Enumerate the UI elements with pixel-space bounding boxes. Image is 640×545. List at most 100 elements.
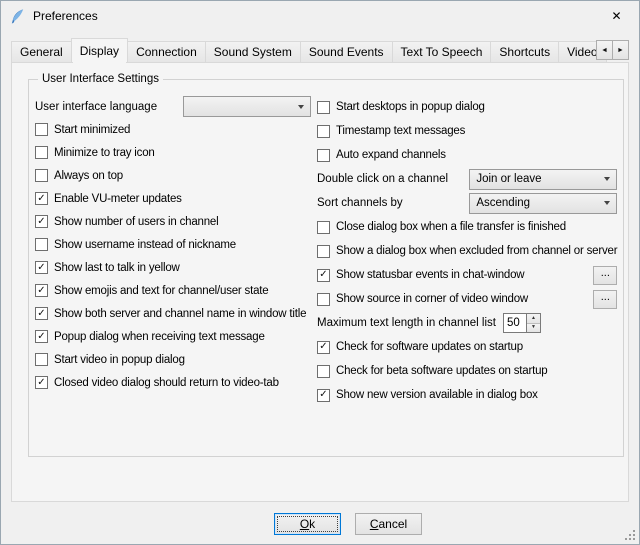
checkbox-enable-vu-meter-updates[interactable]: ✓Enable VU-meter updates <box>35 192 182 205</box>
checkbox-unchecked-icon <box>35 169 48 182</box>
tab-bar: GeneralDisplayConnectionSound SystemSoun… <box>11 38 629 62</box>
window-title: Preferences <box>33 9 98 23</box>
checkbox-label: Start desktops in popup dialog <box>336 101 485 113</box>
checkbox-unchecked-icon <box>317 101 330 114</box>
tab-scroll-control: ◄ ► <box>597 40 629 60</box>
ok-button[interactable]: Ok <box>274 513 341 535</box>
tab-sound-events[interactable]: Sound Events <box>300 41 393 62</box>
checkbox-label: Start video in popup dialog <box>54 354 185 366</box>
chevron-down-icon <box>604 201 610 205</box>
combobox-value: Join or leave <box>476 173 541 185</box>
sort-channels-by-label: Sort channels by <box>317 197 403 209</box>
checkbox-show-new-version-available-in-dialog-box[interactable]: ✓Show new version available in dialog bo… <box>317 389 538 402</box>
checkbox-label: Show source in corner of video window <box>336 293 528 305</box>
checkbox-closed-video-dialog-should-return-to-video-tab[interactable]: ✓ Closed video dialog should return to vi… <box>35 376 279 389</box>
checkbox-unchecked-icon <box>35 123 48 136</box>
preferences-window: Preferences ✕ GeneralDisplayConnectionSo… <box>0 0 640 545</box>
checkbox-check-for-beta-software-updates-on-startup[interactable]: Check for beta software updates on start… <box>317 365 548 378</box>
double-click-on-a-channel-combobox[interactable]: Join or leave <box>469 169 617 190</box>
tab-scroll-right-button[interactable]: ► <box>612 40 629 60</box>
tab-scroll-left-button[interactable]: ◄ <box>596 40 613 60</box>
checkbox-label: Show new version available in dialog box <box>336 389 538 401</box>
checkbox-checked-icon: ✓ <box>317 341 330 354</box>
checkbox-checked-icon: ✓ <box>35 215 48 228</box>
titlebar: Preferences ✕ <box>1 1 639 31</box>
cancel-button[interactable]: Cancel <box>355 513 422 535</box>
checkbox-unchecked-icon <box>35 238 48 251</box>
close-button[interactable]: ✕ <box>594 1 639 31</box>
group-title: User Interface Settings <box>38 73 163 85</box>
checkbox-unchecked-icon <box>317 365 330 378</box>
checkbox-label: Show emojis and text for channel/user st… <box>54 285 269 297</box>
tab-shortcuts[interactable]: Shortcuts <box>490 41 559 62</box>
checkbox-unchecked-icon <box>317 149 330 162</box>
checkbox-start-desktops-in-popup-dialog[interactable]: Start desktops in popup dialog <box>317 101 485 114</box>
checkbox-check-for-software-updates-on-startup[interactable]: ✓ Check for software updates on startup <box>317 341 523 354</box>
display-tab-panel: User Interface Settings User interface l… <box>11 62 629 502</box>
checkbox-checked-icon: ✓ <box>35 284 48 297</box>
more-button-show-statusbar-events-in-chat-window[interactable]: ... <box>593 266 617 285</box>
tab-sound-system[interactable]: Sound System <box>205 41 301 62</box>
checkbox-label: Show statusbar events in chat-window <box>336 269 524 281</box>
checkbox-show-both-server-and-channel-name-in-window-title[interactable]: ✓Show both server and channel name in wi… <box>35 307 306 320</box>
checkbox-label: Show last to talk in yellow <box>54 262 180 274</box>
left-settings-column: User interface language Start minimized M… <box>35 95 311 407</box>
double-click-on-a-channel-label: Double click on a channel <box>317 173 448 185</box>
checkbox-checked-icon: ✓ <box>35 376 48 389</box>
checkbox-unchecked-icon <box>317 293 330 306</box>
checkbox-checked-icon: ✓ <box>35 330 48 343</box>
checkbox-label: Close dialog box when a file transfer is… <box>336 221 566 233</box>
checkbox-show-emojis-and-text-for-channel-user-state[interactable]: ✓ Show emojis and text for channel/user s… <box>35 284 269 297</box>
settings-columns: User interface language Start minimized M… <box>35 95 617 407</box>
checkbox-unchecked-icon <box>317 245 330 258</box>
combobox-value: Ascending <box>476 197 530 209</box>
checkbox-show-username-instead-of-nickname[interactable]: Show username instead of nickname <box>35 238 236 251</box>
checkbox-always-on-top[interactable]: Always on top <box>35 169 123 182</box>
tab-general[interactable]: General <box>11 41 72 62</box>
checkbox-minimize-to-tray-icon[interactable]: Minimize to tray icon <box>35 146 155 159</box>
checkbox-label: Closed video dialog should return to vid… <box>54 377 279 389</box>
checkbox-show-a-dialog-box-when-excluded-from-channel-or-server[interactable]: Show a dialog box when excluded from cha… <box>317 245 617 258</box>
left-checkbox-list: Start minimized Minimize to tray icon Alwa… <box>35 118 311 394</box>
tab-display[interactable]: Display <box>71 38 128 62</box>
checkbox-start-minimized[interactable]: Start minimized <box>35 123 130 136</box>
spin-down-button[interactable]: ▼ <box>527 323 540 333</box>
checkbox-label: Show a dialog box when excluded from cha… <box>336 245 617 257</box>
checkbox-start-video-in-popup-dialog[interactable]: Start video in popup dialog <box>35 353 185 366</box>
checkbox-timestamp-text-messages[interactable]: Timestamp text messages <box>317 125 465 138</box>
checkbox-unchecked-icon <box>317 125 330 138</box>
maximum-text-length-in-channel-list-spinbox[interactable]: 50▲▼ <box>503 313 541 333</box>
spin-up-button[interactable]: ▲ <box>527 314 540 323</box>
checkbox-label: Enable VU-meter updates <box>54 193 182 205</box>
checkbox-label: Check for software updates on startup <box>336 341 523 353</box>
sort-channels-by-combobox[interactable]: Ascending <box>469 193 617 214</box>
checkbox-unchecked-icon <box>317 221 330 234</box>
checkbox-label: Start minimized <box>54 124 130 136</box>
language-label: User interface language <box>35 101 157 113</box>
checkbox-checked-icon: ✓ <box>317 269 330 282</box>
checkbox-show-source-in-corner-of-video-window[interactable]: Show source in corner of video window <box>317 293 528 306</box>
more-button-show-source-in-corner-of-video-window[interactable]: ... <box>593 290 617 309</box>
app-logo-icon <box>9 8 26 25</box>
checkbox-show-statusbar-events-in-chat-window[interactable]: ✓ Show statusbar events in chat-window <box>317 269 524 282</box>
user-interface-settings-group: User Interface Settings User interface l… <box>28 73 624 457</box>
checkbox-popup-dialog-when-receiving-text-message[interactable]: ✓ Popup dialog when receiving text messag… <box>35 330 265 343</box>
language-row: User interface language <box>35 95 311 118</box>
tab-connection[interactable]: Connection <box>127 41 206 62</box>
resize-grip[interactable] <box>623 528 636 541</box>
checkbox-label: Popup dialog when receiving text message <box>54 331 265 343</box>
tab-strip: GeneralDisplayConnectionSound SystemSoun… <box>11 38 629 62</box>
checkbox-show-number-of-users-in-channel[interactable]: ✓ Show number of users in channel <box>35 215 218 228</box>
checkbox-close-dialog-box-when-a-file-transfer-is-finished[interactable]: Close dialog box when a file transfer is… <box>317 221 566 234</box>
checkbox-checked-icon: ✓ <box>35 307 48 320</box>
checkbox-show-last-to-talk-in-yellow[interactable]: ✓Show last to talk in yellow <box>35 261 180 274</box>
checkbox-label: Show number of users in channel <box>54 216 218 228</box>
language-combobox[interactable] <box>183 96 311 117</box>
checkbox-auto-expand-channels[interactable]: Auto expand channels <box>317 149 446 162</box>
chevron-down-icon <box>604 177 610 181</box>
spinbox-value: 50 <box>503 313 526 333</box>
checkbox-label: Auto expand channels <box>336 149 446 161</box>
checkbox-label: Timestamp text messages <box>336 125 465 137</box>
chevron-down-icon <box>298 105 304 109</box>
tab-text-to-speech[interactable]: Text To Speech <box>392 41 492 62</box>
